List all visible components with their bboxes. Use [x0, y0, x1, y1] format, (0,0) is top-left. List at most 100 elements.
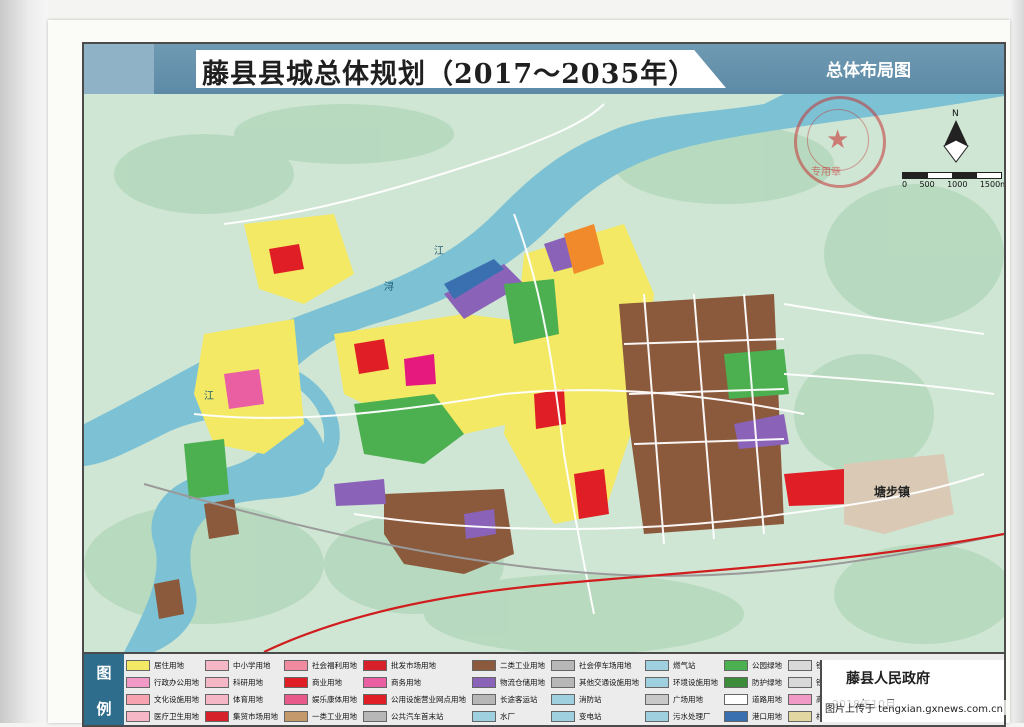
town-label: 塘步镇 — [874, 484, 910, 499]
legend-label: 二类工业用地 — [500, 660, 545, 670]
legend-item: 公用设施营业网点用地 — [363, 691, 466, 707]
legend-item: 其他交通设施用地 — [551, 674, 639, 690]
legend-label: 商务用地 — [391, 677, 421, 687]
official-seal: ★ 专用章 — [794, 96, 886, 188]
legend-item: 广场用地 — [645, 691, 718, 707]
legend-item: 变电站 — [551, 708, 639, 724]
legend-label: 中小学用地 — [233, 660, 271, 670]
title-decoration — [84, 44, 154, 94]
legend-item: 长途客运站 — [472, 691, 545, 707]
park-river — [184, 439, 229, 499]
legend-item: 港口用地 — [724, 708, 782, 724]
industrial-zone-west — [154, 579, 184, 619]
legend-swatch — [126, 710, 150, 722]
legend-item: 中小学用地 — [205, 657, 278, 673]
legend-grid: 居住用地 中小学用地 社会福利用地 批发市场用地 二类工业用地 社会停车场用地 燃气站 公园绿… — [126, 657, 861, 725]
legend-label: 科研用地 — [233, 677, 263, 687]
legend-item: 防护绿地 — [724, 674, 782, 690]
legend-swatch — [551, 659, 575, 671]
legend-swatch — [472, 710, 496, 722]
legend-label: 消防站 — [579, 694, 602, 704]
industrial-zone-east — [619, 294, 784, 534]
river-label-2: 浔 — [384, 280, 394, 293]
legend-swatch — [126, 693, 150, 705]
legend-swatch — [205, 710, 229, 722]
authority-name: 藤县人民政府 — [846, 671, 930, 687]
scale-label-1000: 1000 — [947, 180, 968, 189]
legend-item: 公共汽车首末站 — [363, 708, 466, 724]
legend-swatch — [284, 659, 308, 671]
legend-item: 医疗卫生用地 — [126, 708, 199, 724]
legend-heading-char-1: 图 — [96, 663, 112, 682]
scale-bar-graphic — [902, 172, 1002, 179]
legend-swatch — [472, 659, 496, 671]
legend-swatch — [205, 659, 229, 671]
legend-swatch — [126, 676, 150, 688]
legend-label: 污水处理厂 — [673, 711, 711, 721]
scale-label-500: 500 — [919, 180, 935, 189]
legend-swatch — [724, 659, 748, 671]
map-frame: 藤县县城总体规划（2017～2035年） 总体布局图 塘步镇 江 浔 江 ★ 专… — [82, 42, 1006, 727]
legend-item: 道路用地 — [724, 691, 782, 707]
legend-label: 公园绿地 — [752, 660, 782, 670]
map-legend: 图 例 居住用地 中小学用地 社会福利用地 批发市场用地 二类工业用地 社会停车场用地 燃气… — [84, 652, 1004, 725]
river-label-1: 江 — [204, 390, 214, 402]
legend-label: 公用设施营业网点用地 — [391, 694, 466, 704]
legend-swatch — [363, 676, 387, 688]
legend-swatch — [645, 676, 669, 688]
legend-label: 文化设施用地 — [154, 694, 199, 704]
logistics-zone-4 — [464, 509, 496, 539]
legend-label: 道路用地 — [752, 694, 782, 704]
legend-swatch — [551, 710, 575, 722]
scale-label-0: 0 — [902, 180, 908, 189]
legend-label: 一类工业用地 — [312, 711, 357, 721]
legend-label: 港口用地 — [752, 711, 782, 721]
legend-item: 水厂 — [472, 708, 545, 724]
legend-label: 商业用地 — [312, 677, 342, 687]
legend-label: 社会停车场用地 — [579, 660, 632, 670]
river-label-3: 江 — [434, 245, 444, 257]
seal-text: 专用章 — [811, 167, 841, 178]
legend-item: 污水处理厂 — [645, 708, 718, 724]
scale-label-1500: 1500m — [979, 180, 1006, 189]
legend-swatch — [363, 693, 387, 705]
scale-labels: 0 500 1000 1500m — [902, 180, 1006, 189]
legend-swatch — [724, 693, 748, 705]
watermark: 图片上传于 tengxian.gxnews.com.cn — [822, 700, 1006, 715]
legend-label: 公共汽车首末站 — [391, 711, 444, 721]
legend-swatch — [126, 659, 150, 671]
legend-label: 变电站 — [579, 711, 602, 721]
legend-swatch — [788, 710, 812, 722]
title-bar: 藤县县城总体规划（2017～2035年） 总体布局图 — [84, 44, 1004, 94]
legend-item: 社会停车场用地 — [551, 657, 639, 673]
commercial-cluster-2 — [404, 354, 436, 386]
legend-label: 体育用地 — [233, 694, 263, 704]
legend-swatch — [724, 710, 748, 722]
legend-item: 二类工业用地 — [472, 657, 545, 673]
legend-swatch — [205, 693, 229, 705]
commercial-cluster-3 — [534, 389, 566, 429]
legend-label: 集贸市场用地 — [233, 711, 278, 721]
commercial-cluster-4 — [574, 469, 609, 519]
commercial-cluster-6 — [269, 244, 304, 274]
legend-item: 物流仓储用地 — [472, 674, 545, 690]
legend-swatch — [645, 693, 669, 705]
public-facilities — [784, 469, 849, 506]
commercial-cluster-1 — [354, 339, 389, 374]
scale-bar: 0 500 1000 1500m — [902, 172, 1006, 189]
legend-label: 批发市场用地 — [391, 660, 436, 670]
legend-item: 社会福利用地 — [284, 657, 357, 673]
legend-item: 燃气站 — [645, 657, 718, 673]
scan-edge-left — [0, 0, 48, 723]
legend-label: 物流仓储用地 — [500, 677, 545, 687]
legend-item: 商务用地 — [363, 674, 466, 690]
legend-item: 一类工业用地 — [284, 708, 357, 724]
legend-label: 长途客运站 — [500, 694, 538, 704]
legend-label: 医疗卫生用地 — [154, 711, 199, 721]
map-subtitle: 总体布局图 — [826, 61, 911, 81]
legend-swatch — [645, 710, 669, 722]
legend-item: 批发市场用地 — [363, 657, 466, 673]
legend-item: 娱乐康体用地 — [284, 691, 357, 707]
legend-swatch — [551, 676, 575, 688]
legend-item: 科研用地 — [205, 674, 278, 690]
